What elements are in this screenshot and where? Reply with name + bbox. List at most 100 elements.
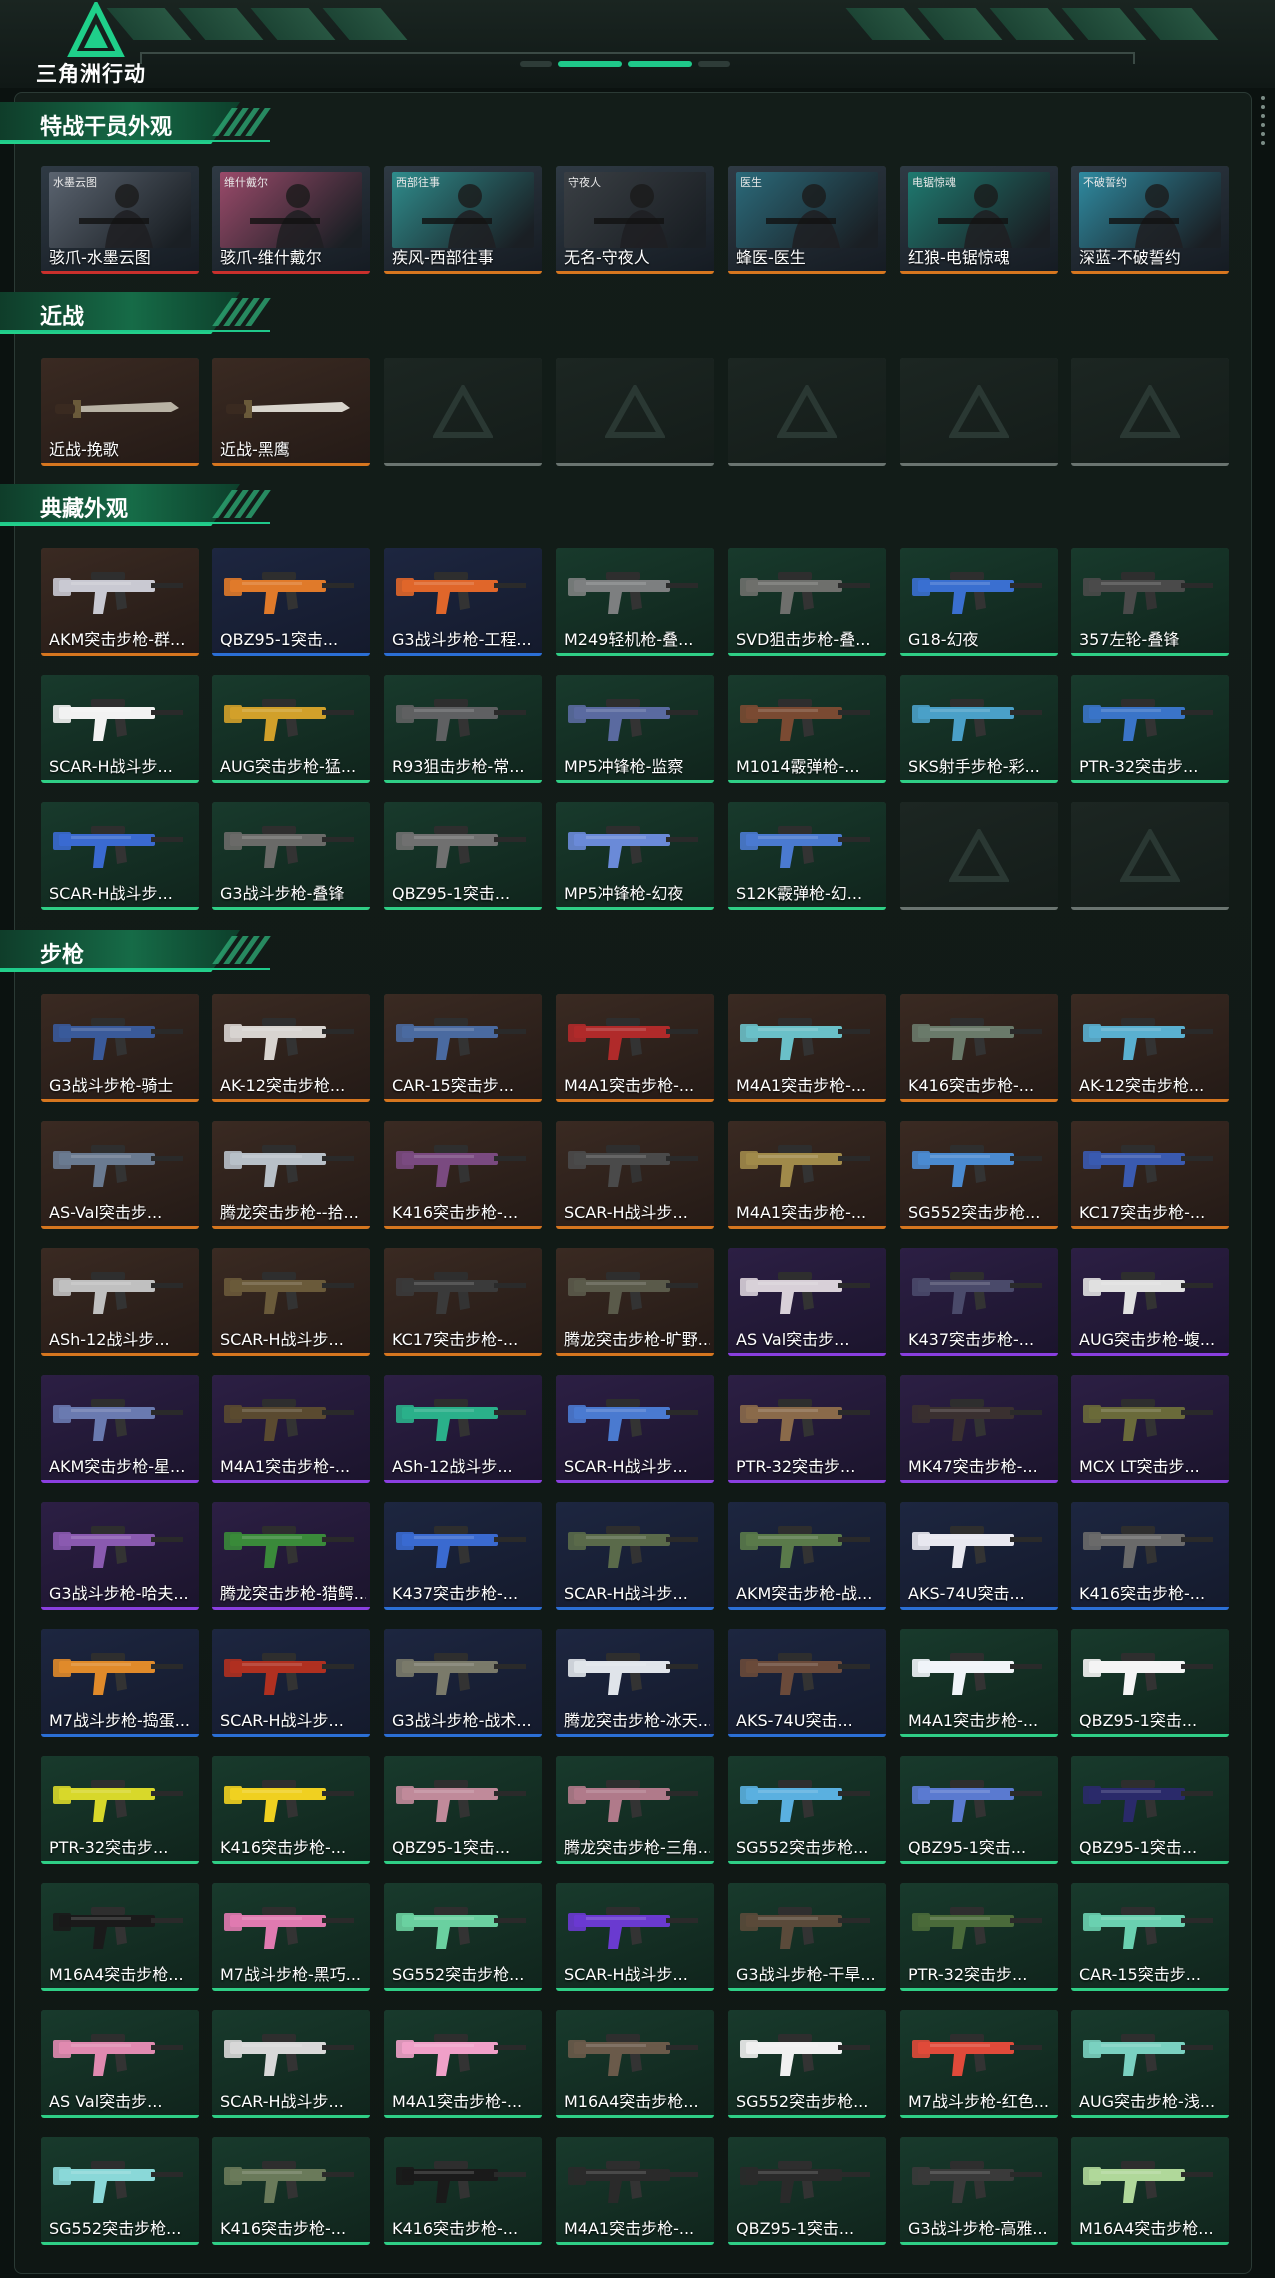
weapon-skin-card[interactable]: G18-幻夜	[900, 548, 1058, 656]
weapon-skin-card[interactable]: MP5冲锋枪-幻夜	[556, 802, 714, 910]
weapon-skin-card[interactable]: M7战斗步枪-红色...	[900, 2010, 1058, 2118]
weapon-skin-card[interactable]: K416突击步枪-...	[1071, 1502, 1229, 1610]
weapon-skin-card[interactable]: K437突击步枪-...	[900, 1248, 1058, 1356]
weapon-skin-card[interactable]: 腾龙突击步枪--拾...	[212, 1121, 370, 1229]
weapon-skin-card[interactable]: 腾龙突击步枪-旷野...	[556, 1248, 714, 1356]
weapon-skin-card[interactable]: SCAR-H战斗步...	[556, 1375, 714, 1483]
weapon-skin-card[interactable]: QBZ95-1突击...	[212, 548, 370, 656]
operator-skin-card[interactable]: 守夜人 无名-守夜人	[556, 166, 714, 274]
weapon-skin-card[interactable]: SCAR-H战斗步...	[212, 1629, 370, 1737]
weapon-skin-card[interactable]: M16A4突击步枪...	[41, 1883, 199, 1991]
operator-skin-card[interactable]: 不破誓约 深蓝-不破誓约	[1071, 166, 1229, 274]
weapon-skin-card[interactable]: ASh-12战斗步...	[384, 1375, 542, 1483]
weapon-skin-card[interactable]: SCAR-H战斗步...	[212, 1248, 370, 1356]
weapon-skin-card[interactable]: AKM突击步枪-群...	[41, 548, 199, 656]
weapon-skin-card[interactable]: M4A1突击步枪-...	[384, 2010, 542, 2118]
weapon-skin-card[interactable]: SG552突击步枪...	[900, 1121, 1058, 1229]
weapon-skin-card[interactable]: SCAR-H战斗步...	[212, 2010, 370, 2118]
weapon-skin-card[interactable]: QBZ95-1突击...	[384, 802, 542, 910]
weapon-skin-card[interactable]: 腾龙突击步枪-猎鳄...	[212, 1502, 370, 1610]
weapon-skin-card[interactable]: K416突击步枪-...	[212, 2137, 370, 2245]
operator-skin-card[interactable]: 医生 蜂医-医生	[728, 166, 886, 274]
weapon-skin-card[interactable]: M4A1突击步枪-...	[728, 1121, 886, 1229]
weapon-skin-card[interactable]: 近战-挽歌	[41, 358, 199, 466]
weapon-skin-card[interactable]: QBZ95-1突击...	[900, 1756, 1058, 1864]
weapon-skin-card[interactable]: M4A1突击步枪-...	[728, 994, 886, 1102]
weapon-skin-card[interactable]: SG552突击步枪...	[728, 2010, 886, 2118]
weapon-skin-card[interactable]: SVD狙击步枪-叠...	[728, 548, 886, 656]
weapon-skin-card[interactable]: AKS-74U突击...	[728, 1629, 886, 1737]
weapon-skin-card[interactable]: M4A1突击步枪-...	[900, 1629, 1058, 1737]
weapon-skin-card[interactable]: 357左轮-叠锋	[1071, 548, 1229, 656]
weapon-skin-card[interactable]: AKM突击步枪-星...	[41, 1375, 199, 1483]
weapon-skin-card[interactable]: SG552突击步枪...	[384, 1883, 542, 1991]
weapon-skin-card[interactable]: PTR-32突击步...	[1071, 675, 1229, 783]
weapon-skin-card[interactable]: AUG突击步枪-浅...	[1071, 2010, 1229, 2118]
weapon-skin-card[interactable]: AS Val突击步...	[41, 2010, 199, 2118]
weapon-skin-card[interactable]: 腾龙突击步枪-冰天...	[556, 1629, 714, 1737]
operator-skin-card[interactable]: 西部往事 疾风-西部往事	[384, 166, 542, 274]
weapon-skin-card[interactable]: QBZ95-1突击...	[728, 2137, 886, 2245]
weapon-skin-card[interactable]: K416突击步枪-...	[212, 1756, 370, 1864]
weapon-skin-card[interactable]: K437突击步枪-...	[384, 1502, 542, 1610]
weapon-skin-card[interactable]: G3战斗步枪-高雅...	[900, 2137, 1058, 2245]
weapon-skin-card[interactable]: PTR-32突击步...	[41, 1756, 199, 1864]
weapon-skin-card[interactable]: SCAR-H战斗步...	[41, 675, 199, 783]
weapon-skin-card[interactable]: CAR-15突击步...	[384, 994, 542, 1102]
weapon-skin-card[interactable]: G3战斗步枪-战术...	[384, 1629, 542, 1737]
weapon-skin-card[interactable]: AUG突击步枪-蝮...	[1071, 1248, 1229, 1356]
weapon-skin-card[interactable]: AK-12突击步枪...	[212, 994, 370, 1102]
weapon-skin-card[interactable]: SCAR-H战斗步...	[41, 802, 199, 910]
weapon-skin-card[interactable]: G3战斗步枪-骑士	[41, 994, 199, 1102]
weapon-skin-card[interactable]: M16A4突击步枪...	[556, 2010, 714, 2118]
weapon-skin-card[interactable]: QBZ95-1突击...	[1071, 1756, 1229, 1864]
weapon-skin-card[interactable]: M7战斗步枪-黑巧...	[212, 1883, 370, 1991]
weapon-skin-card[interactable]: KC17突击步枪-...	[384, 1248, 542, 1356]
weapon-skin-card[interactable]: 腾龙突击步枪-三角...	[556, 1756, 714, 1864]
weapon-skin-card[interactable]: M16A4突击步枪...	[1071, 2137, 1229, 2245]
weapon-skin-card[interactable]: M249轻机枪-叠...	[556, 548, 714, 656]
weapon-skin-card[interactable]: M7战斗步枪-捣蛋...	[41, 1629, 199, 1737]
weapon-skin-card[interactable]: SCAR-H战斗步...	[556, 1883, 714, 1991]
weapon-skin-card[interactable]: KC17突击步枪-...	[1071, 1121, 1229, 1229]
weapon-skin-card[interactable]: 近战-黑鹰	[212, 358, 370, 466]
weapon-skin-card[interactable]: SCAR-H战斗步...	[556, 1502, 714, 1610]
weapon-skin-card[interactable]: K416突击步枪-...	[384, 1121, 542, 1229]
weapon-skin-card[interactable]: G3战斗步枪-干旱...	[728, 1883, 886, 1991]
more-options-icon[interactable]	[1261, 96, 1265, 146]
operator-skin-card[interactable]: 水墨云图 骇爪-水墨云图	[41, 166, 199, 274]
weapon-skin-card[interactable]: AUG突击步枪-猛...	[212, 675, 370, 783]
weapon-skin-card[interactable]: MK47突击步枪-...	[900, 1375, 1058, 1483]
operator-skin-card[interactable]: 维什戴尔 骇爪-维什戴尔	[212, 166, 370, 274]
weapon-skin-card[interactable]: M1014霰弹枪-...	[728, 675, 886, 783]
weapon-skin-card[interactable]: QBZ95-1突击...	[1071, 1629, 1229, 1737]
weapon-skin-card[interactable]: PTR-32突击步...	[728, 1375, 886, 1483]
item-label: M7战斗步枪-黑巧...	[220, 1965, 362, 1984]
weapon-skin-card[interactable]: AKS-74U突击...	[900, 1502, 1058, 1610]
weapon-skin-card[interactable]: SG552突击步枪...	[41, 2137, 199, 2245]
weapon-skin-card[interactable]: PTR-32突击步...	[900, 1883, 1058, 1991]
weapon-skin-card[interactable]: K416突击步枪-...	[900, 994, 1058, 1102]
weapon-skin-card[interactable]: ASh-12战斗步...	[41, 1248, 199, 1356]
weapon-skin-card[interactable]: MCX LT突击步...	[1071, 1375, 1229, 1483]
weapon-skin-card[interactable]: SG552突击步枪...	[728, 1756, 886, 1864]
weapon-skin-card[interactable]: SKS射手步枪-彩...	[900, 675, 1058, 783]
weapon-skin-card[interactable]: AKM突击步枪-战...	[728, 1502, 886, 1610]
operator-skin-card[interactable]: 电锯惊魂 红狼-电锯惊魂	[900, 166, 1058, 274]
weapon-skin-card[interactable]: G3战斗步枪-叠锋	[212, 802, 370, 910]
weapon-skin-card[interactable]: G3战斗步枪-哈夫...	[41, 1502, 199, 1610]
weapon-skin-card[interactable]: SCAR-H战斗步...	[556, 1121, 714, 1229]
weapon-skin-card[interactable]: AK-12突击步枪...	[1071, 994, 1229, 1102]
weapon-skin-card[interactable]: M4A1突击步枪-...	[556, 994, 714, 1102]
weapon-skin-card[interactable]: AS Val突击步...	[728, 1248, 886, 1356]
weapon-skin-card[interactable]: R93狙击步枪-常...	[384, 675, 542, 783]
weapon-skin-card[interactable]: CAR-15突击步...	[1071, 1883, 1229, 1991]
weapon-skin-card[interactable]: MP5冲锋枪-监察	[556, 675, 714, 783]
weapon-skin-card[interactable]: K416突击步枪-...	[384, 2137, 542, 2245]
weapon-skin-card[interactable]: M4A1突击步枪-...	[556, 2137, 714, 2245]
weapon-skin-card[interactable]: QBZ95-1突击...	[384, 1756, 542, 1864]
weapon-skin-card[interactable]: G3战斗步枪-工程...	[384, 548, 542, 656]
weapon-skin-card[interactable]: AS-Val突击步...	[41, 1121, 199, 1229]
weapon-skin-card[interactable]: M4A1突击步枪-...	[212, 1375, 370, 1483]
weapon-skin-card[interactable]: S12K霰弹枪-幻...	[728, 802, 886, 910]
